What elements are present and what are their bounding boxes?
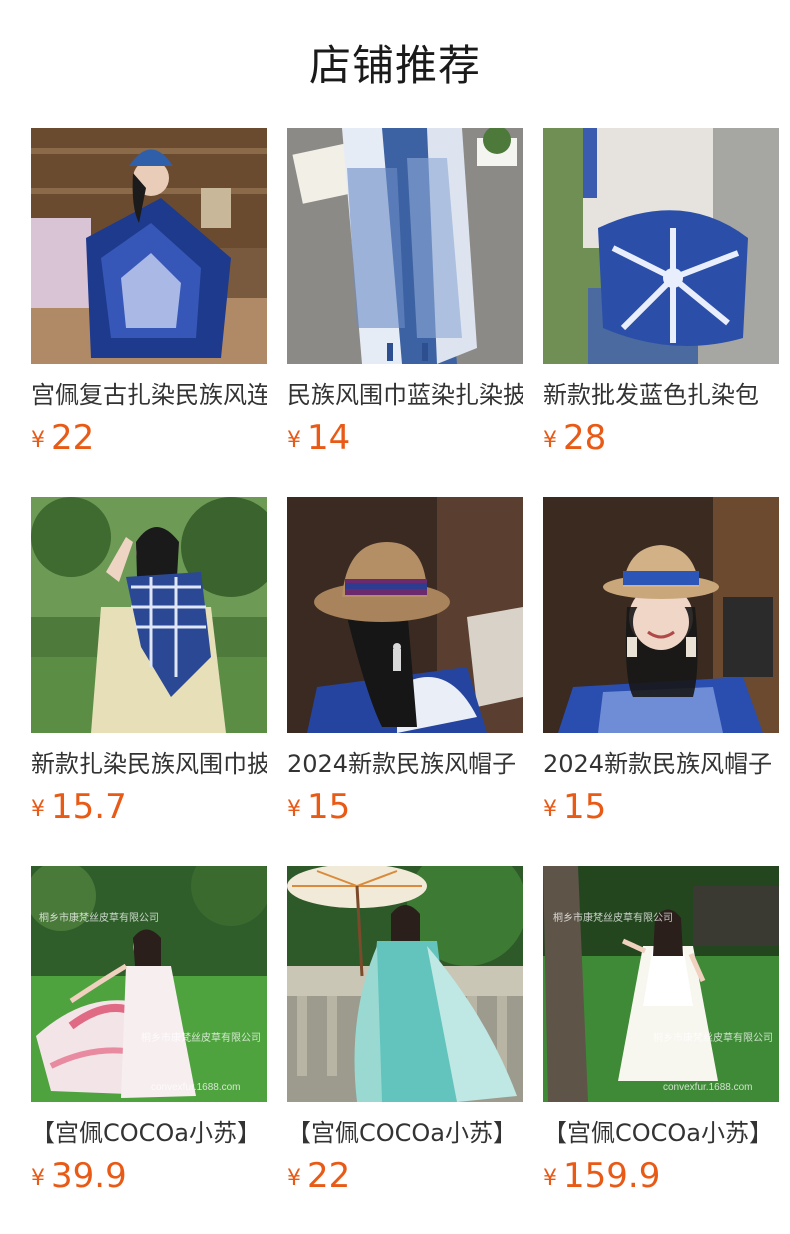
currency-symbol: ¥	[543, 797, 557, 822]
product-card[interactable]: 新款扎染民族风围巾披肩 ¥15.7	[31, 497, 267, 827]
currency-symbol: ¥	[31, 797, 45, 822]
product-price: ¥159.9	[543, 1154, 660, 1198]
price-value: 15	[563, 787, 607, 827]
product-price: ¥22	[287, 1154, 350, 1198]
watermark-text: convexfur.1688.com	[151, 1082, 241, 1093]
watermark-text: 桐乡市康梵丝皮草有限公司	[653, 1031, 773, 1044]
product-image[interactable]	[31, 128, 267, 364]
product-price: ¥28	[543, 416, 606, 460]
price-value: 22	[51, 418, 95, 458]
product-image[interactable]	[287, 128, 523, 364]
product-card[interactable]: 2024新款民族风帽子 ¥15	[543, 497, 779, 827]
price-value: 15	[307, 787, 351, 827]
product-title[interactable]: 【宫佩COCOa小苏】	[543, 1116, 779, 1150]
product-title[interactable]: 【宫佩COCOa小苏】	[31, 1116, 267, 1150]
watermark-text: 桐乡市康梵丝皮草有限公司	[39, 911, 159, 924]
product-price: ¥15.7	[31, 785, 127, 829]
price-value: 22	[307, 1156, 351, 1196]
product-price: ¥15	[543, 785, 606, 829]
product-title[interactable]: 【宫佩COCOa小苏】	[287, 1116, 523, 1150]
currency-symbol: ¥	[287, 428, 301, 453]
product-card[interactable]: 2024新款民族风帽子 ¥15	[287, 497, 523, 827]
product-card[interactable]: 新款批发蓝色扎染包 ¥28	[543, 128, 779, 458]
product-price: ¥39.9	[31, 1154, 127, 1198]
product-grid: 宫佩复古扎染民族风连衣裙 ¥22 民族风围巾蓝染扎染披肩 ¥14	[31, 128, 779, 1196]
product-card[interactable]: 桐乡市康梵丝皮草有限公司 桐乡市康梵丝皮草有限公司 convexfur.1688…	[31, 866, 267, 1196]
currency-symbol: ¥	[543, 1166, 557, 1191]
product-image[interactable]: 桐乡市康梵丝皮草有限公司 桐乡市康梵丝皮草有限公司 convexfur.1688…	[543, 866, 779, 1102]
page-title: 店铺推荐	[308, 41, 481, 90]
product-image[interactable]	[287, 497, 523, 733]
product-price: ¥14	[287, 416, 350, 460]
product-card[interactable]: 【宫佩COCOa小苏】 ¥22	[287, 866, 523, 1196]
product-title[interactable]: 宫佩复古扎染民族风连衣裙	[31, 378, 267, 412]
currency-symbol: ¥	[287, 797, 301, 822]
product-image[interactable]	[543, 497, 779, 733]
product-price: ¥22	[31, 416, 94, 460]
watermark-text: 桐乡市康梵丝皮草有限公司	[141, 1031, 261, 1044]
product-title[interactable]: 2024新款民族风帽子	[287, 747, 523, 781]
watermark-text: 桐乡市康梵丝皮草有限公司	[553, 911, 673, 924]
product-image[interactable]: 桐乡市康梵丝皮草有限公司 桐乡市康梵丝皮草有限公司 convexfur.1688…	[31, 866, 267, 1102]
product-title[interactable]: 新款扎染民族风围巾披肩	[31, 747, 267, 781]
currency-symbol: ¥	[287, 1166, 301, 1191]
product-card[interactable]: 民族风围巾蓝染扎染披肩 ¥14	[287, 128, 523, 458]
watermark-text: convexfur.1688.com	[663, 1082, 753, 1093]
price-value: 14	[307, 418, 351, 458]
product-image[interactable]	[31, 497, 267, 733]
price-value: 39.9	[51, 1156, 127, 1196]
product-title[interactable]: 民族风围巾蓝染扎染披肩	[287, 378, 523, 412]
product-title[interactable]: 新款批发蓝色扎染包	[543, 378, 779, 412]
price-value: 28	[563, 418, 607, 458]
product-image[interactable]	[543, 128, 779, 364]
currency-symbol: ¥	[31, 1166, 45, 1191]
product-image[interactable]	[287, 866, 523, 1102]
price-value: 15.7	[51, 787, 127, 827]
product-price: ¥15	[287, 785, 350, 829]
currency-symbol: ¥	[31, 428, 45, 453]
currency-symbol: ¥	[543, 428, 557, 453]
price-value: 159.9	[563, 1156, 661, 1196]
product-card[interactable]: 桐乡市康梵丝皮草有限公司 桐乡市康梵丝皮草有限公司 convexfur.1688…	[543, 866, 779, 1196]
product-title[interactable]: 2024新款民族风帽子	[543, 747, 779, 781]
product-card[interactable]: 宫佩复古扎染民族风连衣裙 ¥22	[31, 128, 267, 458]
